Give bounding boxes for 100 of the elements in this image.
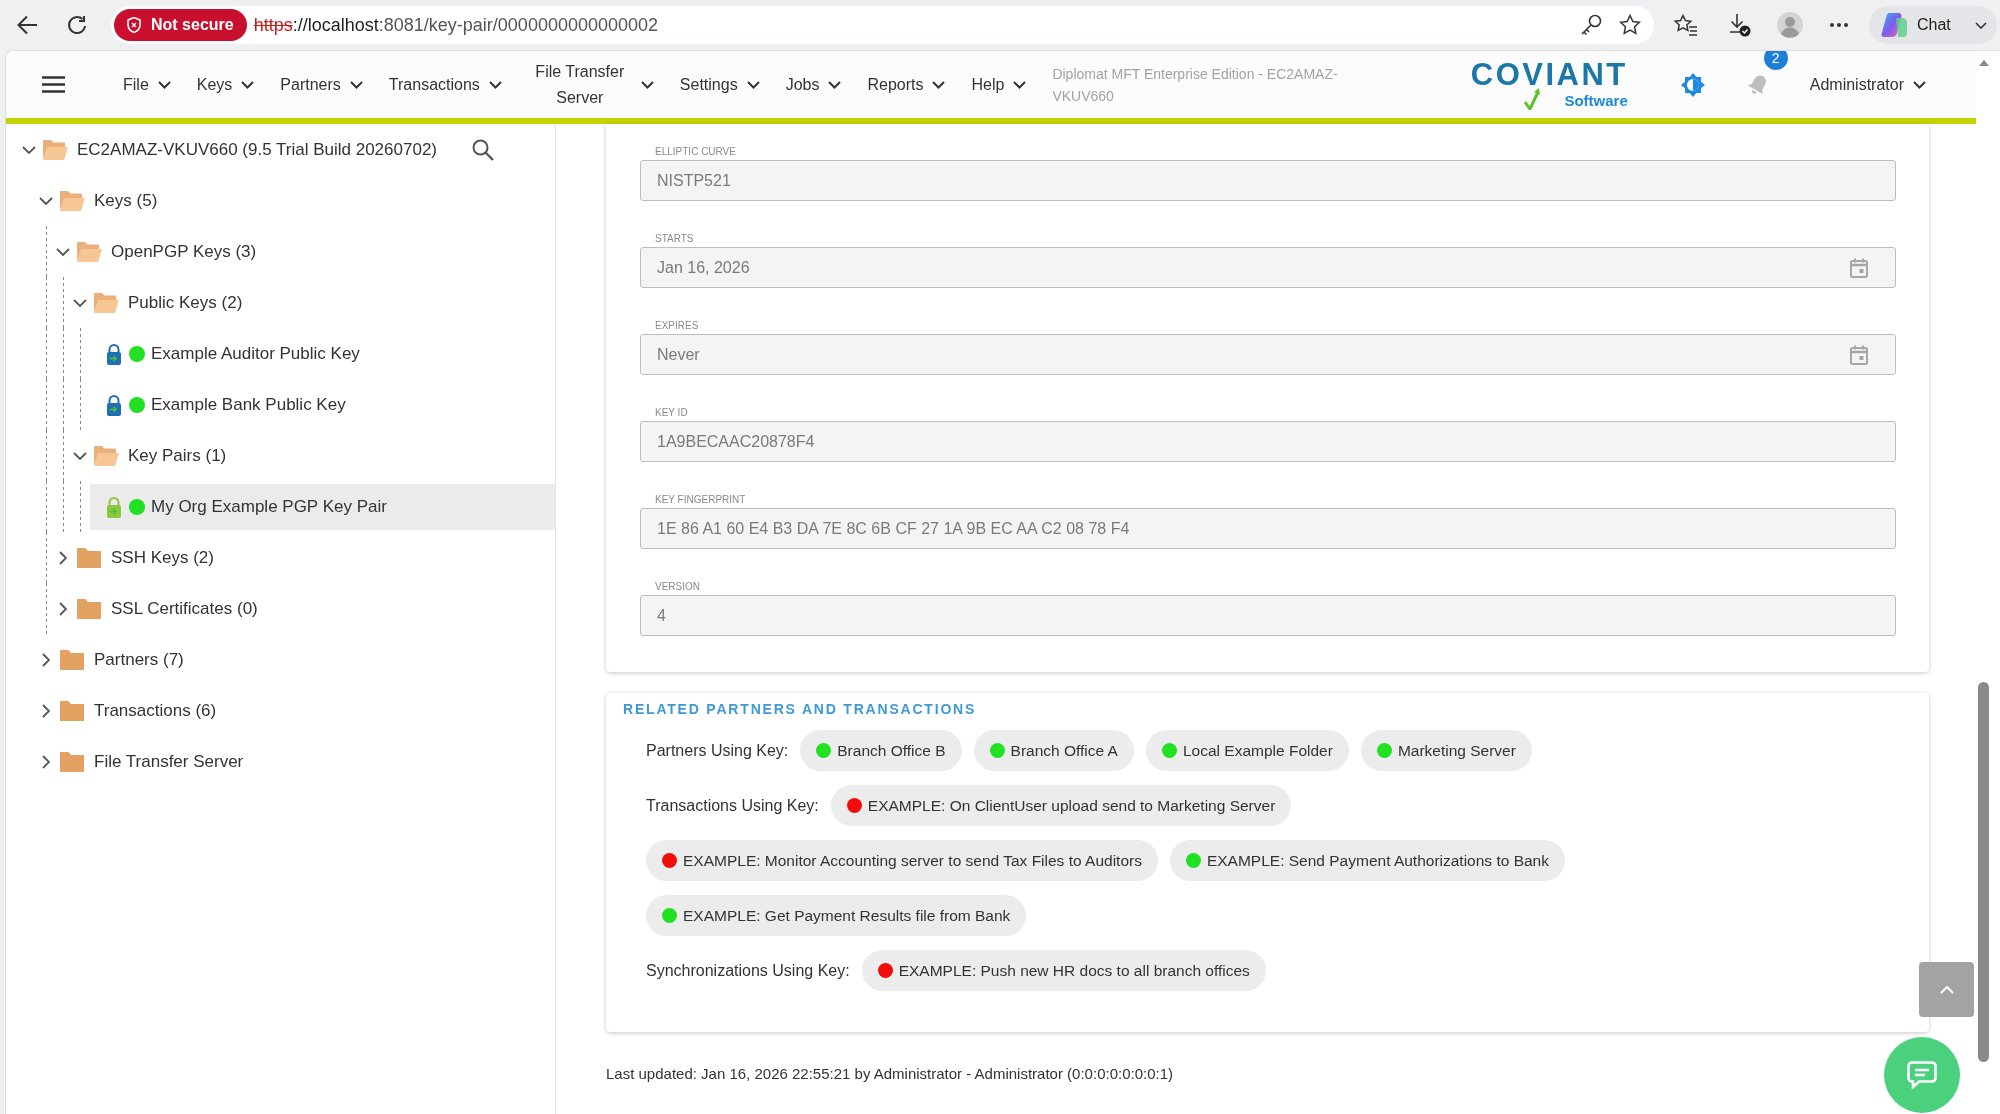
- user-menu[interactable]: Administrator: [1809, 75, 1926, 94]
- input-field[interactable]: Never: [640, 334, 1896, 375]
- chat-button[interactable]: Chat: [1869, 6, 1997, 44]
- chevron-right-icon[interactable]: [59, 602, 67, 616]
- url-text: https://localhost:8081/key-pair/0000000000000002: [253, 14, 659, 36]
- tree-item[interactable]: OpenPGP Keys (3): [56, 229, 555, 275]
- chevron-right-icon[interactable]: [42, 755, 50, 769]
- security-badge[interactable]: Not secure: [114, 9, 247, 41]
- caret-down-icon: [1013, 80, 1027, 89]
- reload-icon[interactable]: [66, 14, 88, 36]
- tree-item[interactable]: File Transfer Server: [39, 739, 555, 785]
- input-field[interactable]: 4: [640, 595, 1896, 636]
- input-field[interactable]: 1A9BECAAC20878F4: [640, 421, 1896, 462]
- group-label: Synchronizations Using Key:: [646, 961, 850, 980]
- scroll-up-arrow-icon[interactable]: [1979, 60, 1989, 66]
- folder-icon: [59, 190, 85, 212]
- tree-item[interactable]: Partners (7): [39, 637, 555, 683]
- tree-item[interactable]: EC2AMAZ-VKUV660 (9.5 Trial Build 20260702): [22, 127, 464, 173]
- lock-icon: [106, 394, 122, 416]
- menu-item[interactable]: Keys: [196, 71, 255, 98]
- menu-item[interactable]: File: [123, 71, 171, 98]
- chevron-right-icon[interactable]: [42, 704, 50, 718]
- brightness-icon[interactable]: [1680, 72, 1705, 97]
- folder-icon: [59, 751, 85, 773]
- caret-down-icon: [241, 80, 255, 89]
- tree-item[interactable]: SSL Certificates (0): [56, 586, 555, 632]
- tree-item[interactable]: SSH Keys (2): [56, 535, 555, 581]
- download-icon[interactable]: [1729, 13, 1751, 37]
- status-tag[interactable]: EXAMPLE: Push new HR docs to all branch offices: [861, 950, 1266, 991]
- menu-item[interactable]: Transactions: [388, 71, 502, 98]
- folder-icon: [76, 598, 102, 620]
- field-label: VERSION: [655, 581, 700, 593]
- product-title: Diplomat MFT Enterprise Edition - EC2AMAZ-VKUV660: [1052, 64, 1339, 106]
- caret-down-icon: [1913, 80, 1926, 89]
- notification-count: 2: [1763, 51, 1788, 70]
- group-label: Transactions Using Key:: [646, 796, 819, 815]
- chevron-right-icon[interactable]: [42, 653, 50, 667]
- input-field[interactable]: 1E 86 A1 60 E4 B3 DA 7E 8C 6B CF 27 1A 9B EC AA C2 08 78 F4: [640, 508, 1896, 549]
- field-label: STARTS: [655, 233, 694, 245]
- chevron-down-icon[interactable]: [73, 452, 87, 460]
- company-logo: COVIANT Software: [1470, 59, 1628, 110]
- chat-bubble-icon: [1907, 1061, 1937, 1089]
- search-icon[interactable]: [472, 138, 494, 161]
- folder-icon: [59, 649, 85, 671]
- menu-item[interactable]: File Transfer Server: [527, 58, 654, 111]
- folder-icon: [93, 292, 119, 314]
- status-tag[interactable]: Marketing Server: [1360, 730, 1532, 771]
- caret-down-icon: [349, 80, 363, 89]
- folder-icon: [42, 139, 68, 161]
- chevron-down-icon[interactable]: [73, 299, 87, 307]
- tree-item[interactable]: Public Keys (2): [73, 280, 555, 326]
- status-tag[interactable]: EXAMPLE: Monitor Accounting server to send Tax Files to Auditors: [646, 840, 1158, 881]
- status-tag[interactable]: Branch Office A: [973, 730, 1134, 771]
- status-tag[interactable]: Local Example Folder: [1145, 730, 1349, 771]
- input-field[interactable]: Jan 16, 2026: [640, 247, 1896, 288]
- caret-down-icon: [828, 80, 842, 89]
- caret-down-icon: [640, 80, 654, 89]
- tree-item[interactable]: Keys (5): [39, 178, 555, 224]
- chevron-down-icon[interactable]: [39, 197, 53, 205]
- chevron-right-icon[interactable]: [59, 551, 67, 565]
- copilot-icon: [1881, 12, 1907, 38]
- address-bar[interactable]: Not secure https://localhost:8081/key-pair/0000000000000002: [111, 6, 1654, 44]
- field-label: EXPIRES: [655, 320, 699, 332]
- folder-icon: [93, 445, 119, 467]
- status-tag[interactable]: EXAMPLE: Get Payment Results file from Bank: [646, 895, 1027, 936]
- caret-down-icon: [157, 80, 171, 89]
- star-icon[interactable]: [1619, 14, 1641, 36]
- caret-down-icon: [1975, 21, 1987, 29]
- field-label: KEY FINGERPRINT: [655, 494, 746, 506]
- status-tag[interactable]: Branch Office B: [800, 730, 962, 771]
- caret-down-icon: [932, 80, 946, 89]
- caret-down-icon: [488, 80, 502, 89]
- menu-item[interactable]: Jobs: [785, 71, 842, 98]
- tree-item[interactable]: My Org Example PGP Key Pair: [90, 484, 555, 530]
- tree-item[interactable]: Key Pairs (1): [73, 433, 555, 479]
- tree-item[interactable]: Transactions (6): [39, 688, 555, 734]
- caret-down-icon: [746, 80, 760, 89]
- group-label: Partners Using Key:: [646, 741, 789, 760]
- tree-item[interactable]: Example Auditor Public Key: [90, 331, 555, 377]
- scrollbar-thumb[interactable]: [1978, 682, 1989, 1062]
- chevron-down-icon[interactable]: [56, 248, 70, 256]
- menu-item[interactable]: Help: [971, 71, 1027, 98]
- field-label: KEY ID: [655, 407, 688, 419]
- more-icon[interactable]: [1830, 23, 1848, 27]
- section-title: RELATED PARTNERS AND TRANSACTIONS: [623, 700, 977, 718]
- status-tag[interactable]: EXAMPLE: On ClientUser upload send to Marketing Server: [830, 785, 1292, 826]
- status-tag[interactable]: EXAMPLE: Send Payment Authorizations to Bank: [1169, 840, 1565, 881]
- input-field[interactable]: NISTP521: [640, 160, 1896, 201]
- tree-item[interactable]: Example Bank Public Key: [90, 382, 555, 428]
- back-icon[interactable]: [16, 15, 38, 35]
- menu-item[interactable]: Settings: [679, 71, 760, 98]
- menu-icon[interactable]: [42, 76, 65, 93]
- key-icon[interactable]: [1580, 14, 1602, 36]
- menu-item[interactable]: Reports: [867, 71, 946, 98]
- folder-icon: [76, 547, 102, 569]
- menu-item[interactable]: Partners: [280, 71, 363, 98]
- lock-icon: [106, 343, 122, 365]
- last-updated-text: Last updated: Jan 16, 2026 22:55:21 by Administrator - Administrator (0:0:0:0:0:0:0:1): [606, 1065, 1173, 1082]
- favorites-icon[interactable]: [1674, 14, 1698, 36]
- chevron-down-icon[interactable]: [22, 146, 36, 154]
